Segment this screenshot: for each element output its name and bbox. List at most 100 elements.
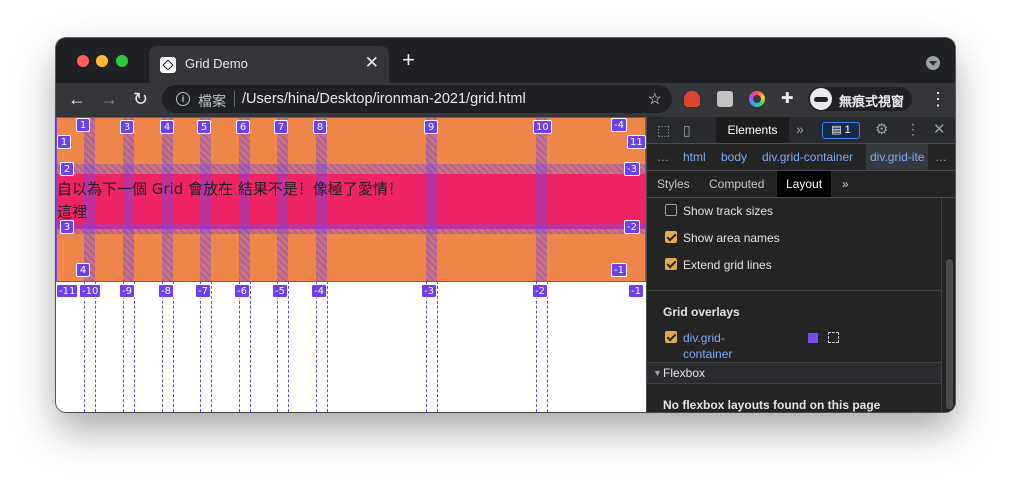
grid-overlays-heading: Grid overlays: [663, 305, 740, 319]
overlay-color-swatch[interactable]: [808, 333, 818, 343]
breadcrumb-grid-container[interactable]: div.grid-container: [762, 144, 853, 170]
layout-scrollbar[interactable]: [941, 198, 955, 412]
security-label[interactable]: 檔案: [198, 91, 226, 111]
show-track-sizes-checkbox[interactable]: [665, 204, 677, 216]
grid-line-number-badge: -5: [272, 284, 288, 298]
extended-grid-line: [437, 281, 438, 412]
extended-grid-line: [277, 281, 278, 412]
extend-grid-lines-label: Extend grid lines: [683, 258, 772, 272]
omnibox-separator: [234, 91, 235, 107]
grid-line-number-badge: 3: [60, 220, 74, 234]
browser-menu-icon[interactable]: ⋮: [929, 89, 947, 109]
grid-item-text-line-2: 結果不是！像極了愛情！: [237, 180, 403, 198]
close-devtools-icon[interactable]: ✕: [933, 120, 946, 138]
extended-grid-line: [547, 281, 548, 412]
settings-gear-icon[interactable]: ⚙: [875, 120, 888, 138]
extended-grid-line: [316, 281, 317, 412]
grid-line-number-badge: -9: [119, 284, 135, 298]
grid-line-number-badge: 1: [57, 135, 71, 149]
url-text[interactable]: /Users/hina/Desktop/ironman-2021/grid.ht…: [242, 91, 526, 107]
extended-grid-line: [123, 281, 124, 412]
extended-grid-line: [327, 281, 328, 412]
gray-extension-icon[interactable]: [717, 91, 733, 107]
sidebar-tabs: Styles Computed Layout »: [647, 171, 955, 198]
flexbox-heading: Flexbox: [663, 366, 706, 380]
grid-line-number-badge: -4: [611, 118, 627, 132]
reload-button[interactable]: ↻: [133, 88, 148, 110]
tab-layout[interactable]: Layout: [777, 171, 832, 197]
breadcrumb-ellipsis[interactable]: …: [657, 144, 669, 170]
breadcrumb: … html body div.grid-container div.grid-…: [647, 144, 955, 171]
close-window-button[interactable]: [77, 55, 89, 67]
breadcrumb-grid-item[interactable]: div.grid-ite: [866, 144, 929, 170]
breadcrumb-body[interactable]: body: [721, 144, 747, 170]
grid-line-number-badge: -7: [195, 284, 211, 298]
grid-line-number-badge: 3: [120, 120, 134, 134]
incognito-indicator[interactable]: 無痕式視窗: [808, 87, 912, 111]
grid-item-text-line-3: 這裡: [57, 203, 88, 221]
grid-item-text: 自以為下一個 Grid 會放在 結果不是！像極了愛情！ 這裡: [57, 178, 437, 224]
extended-grid-line: [250, 281, 251, 412]
breadcrumb-html[interactable]: html: [683, 144, 706, 170]
grid-item-text-line-1: 自以為下一個 Grid 會放在: [57, 180, 234, 198]
more-sidebar-tabs-icon[interactable]: »: [842, 171, 849, 197]
extended-grid-line: [134, 281, 135, 412]
puzzle-icon[interactable]: ✚: [781, 89, 797, 107]
extended-grid-line: [288, 281, 289, 412]
device-toolbar-icon[interactable]: ▯: [683, 122, 691, 139]
grid-line-number-badge: 8: [313, 120, 327, 134]
divider: [647, 290, 941, 291]
show-area-names-checkbox[interactable]: [665, 231, 677, 243]
tab-computed[interactable]: Computed: [709, 171, 764, 197]
tab-title: Grid Demo: [185, 56, 248, 71]
grid-line-number-badge: 6: [236, 120, 250, 134]
extended-grid-line: [200, 281, 201, 412]
scrollbar-thumb[interactable]: [946, 259, 953, 409]
address-bar[interactable]: i 檔案 /Users/hina/Desktop/ironman-2021/gr…: [162, 85, 672, 113]
extend-grid-lines-checkbox[interactable]: [665, 258, 677, 270]
incognito-label: 無痕式視窗: [839, 94, 905, 109]
no-flexbox-message: No flexbox layouts found on this page: [663, 398, 881, 412]
extended-grid-line: [426, 281, 427, 412]
extended-grid-line: [173, 281, 174, 412]
extended-grid-line: [211, 281, 212, 412]
grid-line-number-badge: 9: [424, 120, 438, 134]
grid-line-number-badge: 1: [76, 118, 90, 132]
bookmark-star-icon[interactable]: ☆: [648, 89, 662, 109]
forward-button[interactable]: →: [100, 88, 118, 110]
messages-count: 1: [844, 124, 851, 136]
extended-grid-line: [239, 281, 240, 412]
red-extension-icon[interactable]: [684, 91, 700, 107]
grid-line-number-badge: -4: [311, 284, 327, 298]
inspect-element-icon[interactable]: ⬚: [657, 122, 670, 139]
collapse-triangle-icon[interactable]: ▼: [653, 363, 662, 383]
show-track-sizes-label: Show track sizes: [683, 204, 774, 218]
tab-search-icon[interactable]: [926, 56, 940, 70]
messages-badge[interactable]: ▤ 1: [822, 122, 860, 139]
highlight-element-icon[interactable]: [828, 332, 839, 343]
devtools-panel: ⬚ ▯ Elements » ▤ 1 ⚙ ⋮ ✕ … html body div…: [646, 117, 955, 412]
maximize-window-button[interactable]: [116, 55, 128, 67]
tab-close-icon[interactable]: ✕: [365, 53, 379, 73]
extended-grid-line: [95, 281, 96, 412]
new-tab-button[interactable]: +: [402, 49, 415, 71]
flexbox-section-header[interactable]: ▼ Flexbox: [647, 363, 941, 383]
grid-overlay-checkbox[interactable]: [665, 331, 677, 343]
tab-elements[interactable]: Elements: [716, 117, 789, 143]
grid-overlay-label[interactable]: div.grid-container: [683, 330, 732, 362]
info-icon[interactable]: i: [176, 92, 190, 106]
tab-grid-demo[interactable]: Grid Demo ✕: [149, 46, 389, 83]
grid-line-number-badge: 11: [627, 135, 646, 149]
color-picker-extension-icon[interactable]: [749, 91, 765, 107]
tab-strip: Grid Demo ✕ +: [56, 38, 955, 83]
devtools-menu-icon[interactable]: ⋮: [906, 121, 920, 138]
breadcrumb-ellipsis-right[interactable]: …: [935, 144, 947, 170]
tab-styles[interactable]: Styles: [657, 171, 690, 197]
extended-grid-line: [162, 281, 163, 412]
grid-line-number-badge: -6: [234, 284, 250, 298]
grid-line-number-badge: -8: [158, 284, 174, 298]
more-tabs-icon[interactable]: »: [796, 121, 804, 137]
minimize-window-button[interactable]: [96, 55, 108, 67]
grid-line-number-badge: 10: [533, 120, 552, 134]
back-button[interactable]: ←: [68, 88, 86, 110]
